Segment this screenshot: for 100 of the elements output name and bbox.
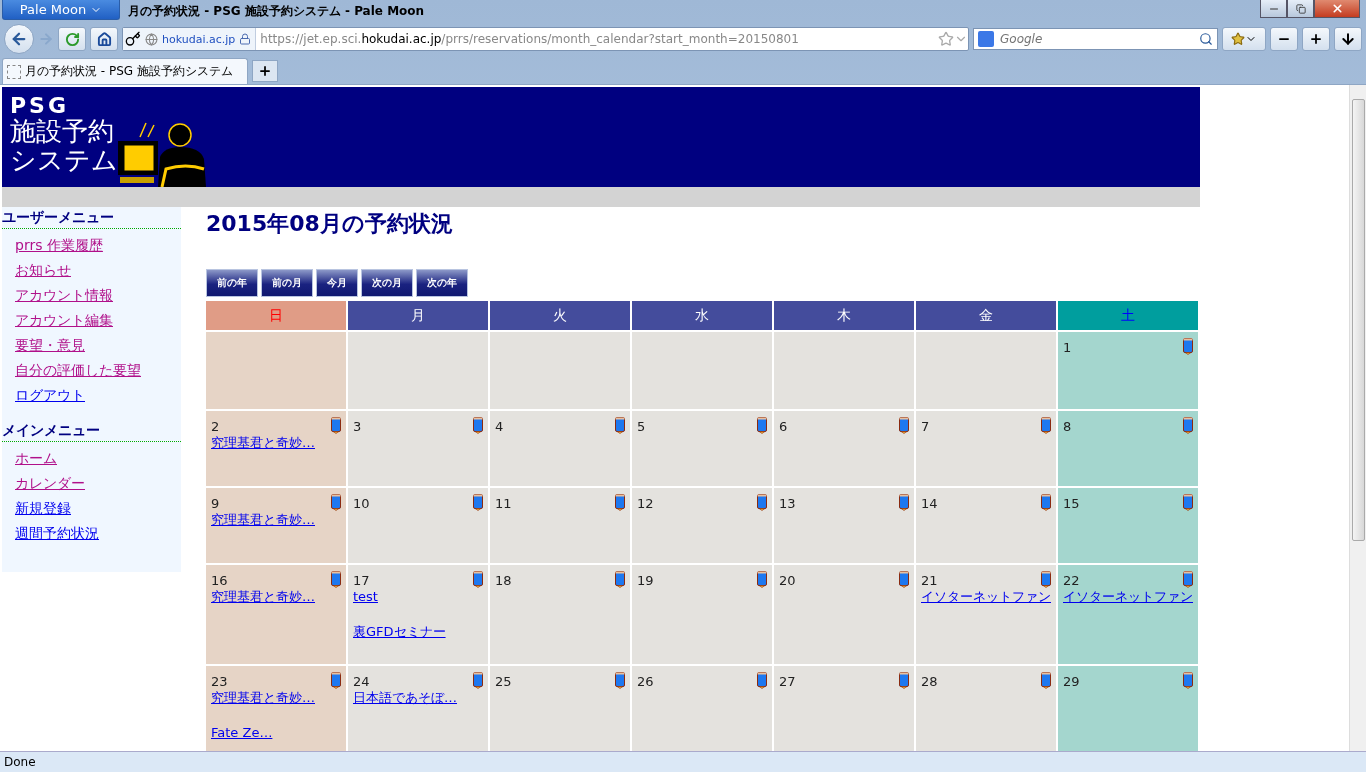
restore-icon: [1295, 3, 1306, 14]
pencil-icon[interactable]: [331, 417, 341, 434]
pencil-icon[interactable]: [1041, 672, 1051, 689]
day-number: 22: [1063, 573, 1080, 588]
search-icon[interactable]: [1199, 32, 1213, 46]
pencil-icon[interactable]: [899, 494, 909, 511]
month-nav-button[interactable]: 今月: [316, 269, 358, 297]
reservation-link[interactable]: 究理基君と奇妙…: [211, 588, 315, 605]
logo-text: システム: [10, 146, 118, 175]
lock-icon: [239, 33, 252, 45]
day-number: 15: [1063, 496, 1080, 511]
reservation-link[interactable]: イソターネットファン: [1063, 588, 1193, 605]
close-button[interactable]: [1314, 0, 1360, 18]
pencil-icon[interactable]: [757, 571, 767, 588]
day-number: 3: [353, 419, 362, 434]
reservation-link[interactable]: 究理基君と奇妙…: [211, 434, 315, 451]
day-number: 13: [779, 496, 796, 511]
download-button[interactable]: [1334, 27, 1362, 51]
home-button[interactable]: [90, 27, 118, 51]
day-number: 18: [495, 573, 512, 588]
day-number: 8: [1063, 419, 1072, 434]
pencil-icon[interactable]: [757, 672, 767, 689]
reservation-link[interactable]: 日本語であそぼ…: [353, 689, 457, 706]
pencil-icon[interactable]: [757, 417, 767, 434]
browser-tab[interactable]: 月の予約状況 - PSG 施設予約システム: [2, 58, 248, 84]
day-number: 16: [211, 573, 228, 588]
pencil-icon[interactable]: [473, 571, 483, 588]
pencil-icon[interactable]: [899, 672, 909, 689]
zoom-in-button[interactable]: [1302, 27, 1330, 51]
menu-link[interactable]: アカウント編集: [15, 308, 113, 333]
app-menu-button[interactable]: Pale Moon: [2, 0, 120, 20]
pencil-icon[interactable]: [615, 672, 625, 689]
month-nav-button[interactable]: 次の月: [361, 269, 413, 297]
menu-link[interactable]: 自分の評価した要望: [15, 358, 141, 383]
pencil-icon[interactable]: [899, 417, 909, 434]
reservation-link[interactable]: 究理基君と奇妙…: [211, 511, 315, 528]
pencil-icon[interactable]: [615, 571, 625, 588]
pencil-icon[interactable]: [1183, 571, 1193, 588]
weekday-header: 土: [1058, 301, 1198, 330]
pencil-icon[interactable]: [331, 494, 341, 511]
menu-link[interactable]: お知らせ: [15, 258, 71, 283]
pencil-icon[interactable]: [899, 571, 909, 588]
reservation-link[interactable]: 裏GFDセミナー: [353, 623, 446, 640]
menu-link[interactable]: prrs 作業履歴: [15, 233, 103, 258]
month-nav-button[interactable]: 次の年: [416, 269, 468, 297]
menu-link[interactable]: 新規登録: [15, 496, 71, 521]
logo-text: PSG: [10, 95, 71, 117]
weekday-header: 木: [774, 301, 914, 330]
bookmarks-button[interactable]: [1222, 27, 1266, 51]
day-number: 24: [353, 674, 370, 689]
month-nav-button[interactable]: 前の月: [261, 269, 313, 297]
day-number: 23: [211, 674, 228, 689]
logo-text: 施設予約: [10, 117, 115, 146]
menu-link[interactable]: 週間予約状況: [15, 521, 99, 546]
key-icon: [125, 31, 141, 47]
scrollbar[interactable]: [1349, 85, 1366, 751]
pencil-icon[interactable]: [1041, 494, 1051, 511]
plus-icon: [1309, 32, 1323, 46]
pencil-icon[interactable]: [473, 672, 483, 689]
globe-icon: [145, 32, 158, 46]
back-button[interactable]: [4, 24, 34, 54]
reservation-link[interactable]: イソターネットファン: [921, 588, 1051, 605]
search-bar[interactable]: Google: [973, 28, 1218, 50]
menu-link[interactable]: アカウント情報: [15, 283, 113, 308]
pencil-icon[interactable]: [473, 417, 483, 434]
reservation-link[interactable]: Fate Ze…: [211, 724, 273, 741]
pencil-icon[interactable]: [1183, 417, 1193, 434]
menu-link[interactable]: ホーム: [15, 446, 57, 471]
pencil-icon[interactable]: [331, 571, 341, 588]
reservation-link[interactable]: test: [353, 588, 378, 605]
menu-link[interactable]: カレンダー: [15, 471, 85, 496]
pencil-icon[interactable]: [331, 672, 341, 689]
pencil-icon[interactable]: [615, 494, 625, 511]
pencil-icon[interactable]: [757, 494, 767, 511]
menu-link[interactable]: 要望・意見: [15, 333, 85, 358]
month-nav-button[interactable]: 前の年: [206, 269, 258, 297]
day-number: 11: [495, 496, 512, 511]
address-field[interactable]: hokudai.ac.jp https://jet.ep.sci.hokudai.ac.jp/prrs/reservations/month_calendar?start_month=20150801: [122, 27, 969, 51]
zoom-out-button[interactable]: [1270, 27, 1298, 51]
pencil-icon[interactable]: [1183, 672, 1193, 689]
minimize-button[interactable]: [1260, 0, 1287, 18]
pencil-icon[interactable]: [615, 417, 625, 434]
page-title: 2015年08月の予約状況: [206, 210, 454, 238]
restore-button[interactable]: [1287, 0, 1314, 18]
new-tab-button[interactable]: [252, 60, 278, 82]
bookmark-star-icon[interactable]: [938, 31, 954, 47]
pencil-icon[interactable]: [1041, 417, 1051, 434]
tab-title: 月の予約状況 - PSG 施設予約システム: [25, 63, 233, 80]
day-number: 10: [353, 496, 370, 511]
pencil-icon[interactable]: [1041, 571, 1051, 588]
reload-button[interactable]: [58, 27, 86, 51]
menu-heading: ユーザーメニュー: [2, 207, 181, 229]
reservation-link[interactable]: 究理基君と奇妙…: [211, 689, 315, 706]
day-number: 27: [779, 674, 796, 689]
pencil-icon[interactable]: [473, 494, 483, 511]
weekday-header: 日: [206, 301, 346, 330]
pencil-icon[interactable]: [1183, 494, 1193, 511]
pencil-icon[interactable]: [1183, 338, 1193, 355]
menu-link[interactable]: ログアウト: [15, 383, 85, 408]
day-number: 17: [353, 573, 370, 588]
